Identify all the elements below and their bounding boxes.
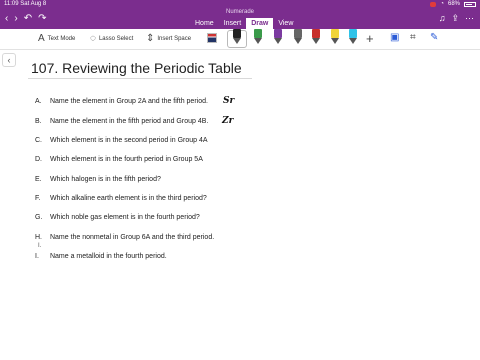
draw-toolbar: A Text Mode ◌ Lasso Select ⇕ Insert Spac… — [0, 29, 480, 50]
nav-left: ‹ › ↶ ↷ — [5, 13, 46, 24]
question-h: H. Name the nonmetal in Group 6A and the… — [35, 234, 214, 241]
settings-icon[interactable]: ⋯ — [465, 13, 474, 24]
question-letter: E. — [35, 176, 42, 183]
ruler-button[interactable]: ⌗ — [410, 32, 416, 43]
ink-to-shape-button[interactable]: ✎ — [430, 32, 438, 43]
question-i: I. Name a metalloid in the fourth period… — [35, 253, 167, 260]
question-letter: D. — [35, 156, 42, 163]
tab-view[interactable]: View — [273, 18, 298, 29]
ink-to-shape-icon: ✎ — [430, 32, 439, 43]
notifications-icon[interactable]: ♫ — [439, 13, 446, 24]
question-b: B. Name the element in the fifth period … — [35, 118, 208, 125]
shapes-icon: ▣ — [390, 32, 400, 43]
nav-right: ♫ ⇪ ⋯ — [439, 13, 474, 24]
recording-icon — [430, 1, 437, 7]
question-a: A. Name the element in Group 2A and the … — [35, 98, 208, 105]
question-f: F. Which alkaline earth element is in th… — [35, 195, 207, 202]
title-divider — [28, 78, 252, 79]
lasso-select-label: Lasso Select — [98, 35, 134, 42]
stray-mark: I. — [38, 243, 42, 249]
pen-purple-icon[interactable] — [273, 29, 283, 45]
insert-space-icon: ⇕ — [146, 33, 155, 44]
question-letter: C. — [35, 137, 42, 144]
highlighter-cyan-icon[interactable] — [348, 29, 358, 45]
question-letter: G. — [35, 214, 43, 221]
battery-percent: 68% — [447, 1, 460, 7]
eraser-icon[interactable] — [207, 33, 217, 43]
question-letter: F. — [35, 195, 41, 202]
question-text: Which alkaline earth element is in the t… — [49, 195, 207, 202]
question-text: Name the nonmetal in Group 6A and the th… — [49, 234, 215, 241]
wifi-icon: ◔ — [440, 1, 444, 7]
redo-icon[interactable]: ↷ — [38, 13, 46, 24]
forward-arrow-icon[interactable]: › — [14, 13, 17, 24]
pen-gray-icon[interactable] — [293, 29, 303, 45]
question-letter: A. — [35, 98, 42, 105]
question-text: Which halogen is in the fifth period? — [49, 176, 161, 183]
question-letter: B. — [35, 118, 42, 125]
question-text: Name the element in the fifth period and… — [49, 118, 209, 125]
pen-black-icon[interactable] — [232, 29, 242, 45]
tab-draw[interactable]: Draw — [246, 18, 274, 29]
shapes-button[interactable]: ▣ — [390, 32, 399, 43]
lasso-icon: ◌ — [90, 33, 96, 44]
app-header: 11:09 Sat Aug 8 ◔ 68% Numerade ‹ › ↶ ↷ ♫… — [0, 0, 480, 29]
handwritten-answer-b: Zr — [222, 116, 234, 126]
question-letter: H. — [35, 234, 42, 241]
pen-red-icon[interactable] — [311, 29, 321, 45]
text-mode-label: Text Mode — [47, 35, 76, 42]
question-text: Which noble gas element is in the fourth… — [49, 214, 200, 221]
question-g: G. Which noble gas element is in the fou… — [35, 214, 200, 221]
question-e: E. Which halogen is in the fifth period? — [35, 176, 161, 183]
add-pen-button[interactable]: + — [366, 31, 374, 46]
battery-icon — [464, 1, 476, 7]
question-text: Which element is in the fourth period in… — [49, 156, 203, 163]
undo-icon[interactable]: ↶ — [24, 13, 32, 24]
text-mode-icon: A — [38, 33, 45, 44]
text-mode-button[interactable]: A Text Mode — [38, 33, 75, 44]
handwritten-answer-a: Sr — [223, 96, 235, 106]
insert-space-label: Insert Space — [157, 35, 192, 42]
sidebar-toggle-button[interactable]: ‹ — [2, 53, 16, 67]
ruler-icon: ⌗ — [410, 32, 416, 43]
question-text: Name the element in Group 2A and the fif… — [49, 98, 208, 105]
plus-icon: + — [366, 31, 374, 46]
highlighter-yellow-icon[interactable] — [330, 29, 340, 45]
lasso-select-button[interactable]: ◌ Lasso Select — [90, 33, 133, 44]
share-icon[interactable]: ⇪ — [451, 13, 459, 24]
back-arrow-icon[interactable]: ‹ — [5, 13, 8, 24]
pen-green-icon[interactable] — [253, 29, 263, 45]
tab-insert[interactable]: Insert — [219, 18, 247, 29]
tab-home[interactable]: Home — [190, 18, 219, 29]
question-letter: I. — [35, 253, 39, 260]
question-d: D. Which element is in the fourth period… — [35, 156, 203, 163]
question-text: Name a metalloid in the fourth period. — [49, 253, 167, 260]
insert-space-button[interactable]: ⇕ Insert Space — [146, 33, 191, 44]
status-indicators: ◔ 68% — [430, 1, 476, 7]
question-text: Which element is in the second period in… — [49, 137, 208, 144]
status-time: 11:09 Sat Aug 8 — [4, 1, 47, 7]
ribbon-tabs: Home Insert Draw View — [190, 18, 298, 29]
question-c: C. Which element is in the second period… — [35, 137, 208, 144]
page-title: 107. Reviewing the Periodic Table — [31, 60, 242, 76]
app-title: Numerade — [225, 9, 254, 15]
